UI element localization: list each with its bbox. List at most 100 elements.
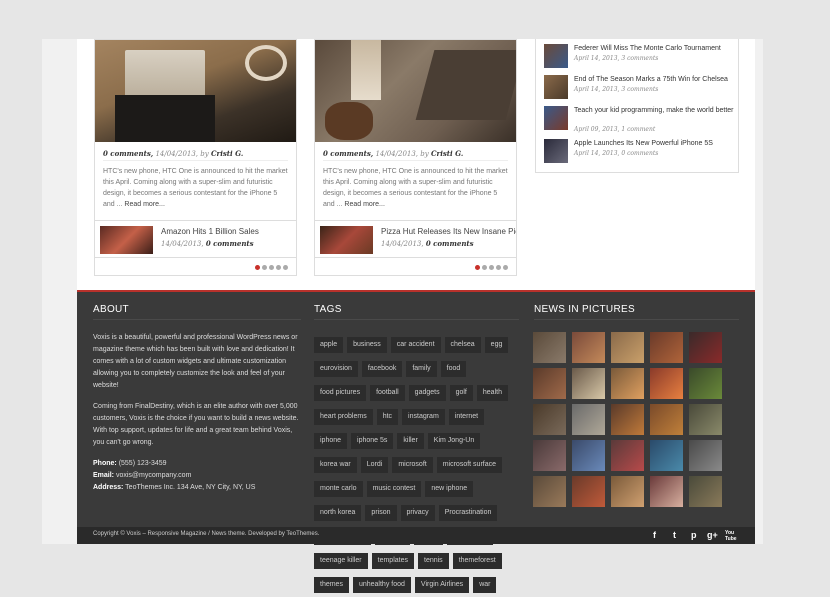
tag-link[interactable]: templates: [371, 553, 414, 569]
news-picture-thumb[interactable]: [689, 404, 722, 435]
tag-link[interactable]: facebook: [361, 361, 403, 377]
recent-post-thumb[interactable]: [544, 44, 568, 68]
tag-link[interactable]: themeforest: [452, 553, 502, 569]
news-picture-thumb[interactable]: [611, 368, 644, 399]
news-picture-thumb[interactable]: [572, 440, 605, 471]
news-picture-thumb[interactable]: [650, 368, 683, 399]
news-picture-thumb[interactable]: [650, 404, 683, 435]
tag-link[interactable]: Lordi: [360, 457, 389, 473]
related-post[interactable]: Pizza Hut Releases Its New Insane Pie 14…: [315, 220, 516, 258]
tag-link[interactable]: food pictures: [314, 385, 367, 401]
slider-dot[interactable]: [269, 265, 274, 270]
recent-post-comments[interactable]: 1 comment: [621, 126, 655, 133]
slider-dot[interactable]: [262, 265, 267, 270]
slider-dot[interactable]: [283, 265, 288, 270]
tag-link[interactable]: egg: [484, 337, 509, 353]
tag-link[interactable]: microsoft surface: [436, 457, 503, 473]
news-picture-thumb[interactable]: [611, 440, 644, 471]
author-link[interactable]: Cristi G.: [211, 149, 243, 158]
recent-post-comments[interactable]: 3 comments: [621, 86, 658, 93]
related-title[interactable]: Pizza Hut Releases Its New Insane Pie: [381, 227, 516, 236]
tag-link[interactable]: business: [347, 337, 387, 353]
slider-dot[interactable]: [489, 265, 494, 270]
tag-link[interactable]: golf: [449, 385, 473, 401]
facebook-icon[interactable]: f: [653, 530, 656, 540]
youtube-icon[interactable]: You Tube: [725, 530, 739, 542]
tag-link[interactable]: korea war: [314, 457, 357, 473]
related-thumb[interactable]: [100, 226, 153, 254]
related-comments[interactable]: 0 comments: [206, 239, 254, 248]
tag-link[interactable]: iphone: [314, 433, 348, 449]
post-image[interactable]: [95, 40, 296, 142]
tag-link[interactable]: iphone 5s: [351, 433, 394, 449]
related-post[interactable]: Amazon Hits 1 Billion Sales 14/04/2013, …: [95, 220, 296, 258]
news-picture-thumb[interactable]: [650, 440, 683, 471]
recent-post-thumb[interactable]: [544, 139, 568, 163]
tag-link[interactable]: car accident: [390, 337, 441, 353]
tag-link[interactable]: killer: [397, 433, 424, 449]
tag-link[interactable]: prison: [365, 505, 397, 521]
recent-post-title[interactable]: Apple Launches Its New Powerful iPhone 5…: [574, 139, 734, 148]
related-thumb[interactable]: [320, 226, 373, 254]
slider-dot[interactable]: [496, 265, 501, 270]
tag-link[interactable]: music contest: [366, 481, 422, 497]
tag-link[interactable]: food: [440, 361, 467, 377]
post-image[interactable]: [315, 40, 516, 142]
tag-link[interactable]: health: [476, 385, 508, 401]
news-picture-thumb[interactable]: [650, 332, 683, 363]
news-picture-thumb[interactable]: [533, 404, 566, 435]
news-picture-thumb[interactable]: [572, 404, 605, 435]
news-picture-thumb[interactable]: [611, 404, 644, 435]
tag-link[interactable]: themes: [314, 577, 349, 593]
tag-link[interactable]: Kim Jong-Un: [427, 433, 481, 449]
read-more-link[interactable]: Read more...: [124, 201, 164, 208]
comments-link[interactable]: 0 comments,: [103, 149, 153, 158]
read-more-link[interactable]: Read more...: [344, 201, 384, 208]
tag-link[interactable]: chelsea: [444, 337, 481, 353]
news-picture-thumb[interactable]: [689, 440, 722, 471]
related-title[interactable]: Amazon Hits 1 Billion Sales: [161, 227, 259, 236]
tag-link[interactable]: monte carlo: [314, 481, 363, 497]
slider-dot[interactable]: [475, 265, 480, 270]
recent-post-comments[interactable]: 3 comments: [621, 55, 658, 62]
related-comments[interactable]: 0 comments: [426, 239, 474, 248]
tag-link[interactable]: microsoft: [392, 457, 433, 473]
tag-link[interactable]: tennis: [418, 553, 449, 569]
recent-post-title[interactable]: Teach your kid programming, make the wor…: [574, 106, 734, 115]
recent-post-title[interactable]: End of The Season Marks a 75th Win for C…: [574, 75, 734, 84]
news-picture-thumb[interactable]: [533, 368, 566, 399]
tag-link[interactable]: Virgin Airlines: [414, 577, 470, 593]
news-picture-thumb[interactable]: [572, 368, 605, 399]
tag-link[interactable]: eurovision: [314, 361, 358, 377]
twitter-icon[interactable]: t: [673, 530, 676, 540]
slider-dot[interactable]: [503, 265, 508, 270]
tag-link[interactable]: privacy: [400, 505, 435, 521]
news-picture-thumb[interactable]: [611, 476, 644, 507]
tag-link[interactable]: family: [406, 361, 437, 377]
pinterest-icon[interactable]: p: [691, 530, 697, 540]
news-picture-thumb[interactable]: [533, 332, 566, 363]
news-picture-thumb[interactable]: [689, 368, 722, 399]
recent-post-thumb[interactable]: [544, 106, 568, 130]
recent-post-thumb[interactable]: [544, 75, 568, 99]
tag-link[interactable]: new iphone: [425, 481, 474, 497]
tag-link[interactable]: war: [473, 577, 497, 593]
tag-link[interactable]: htc: [376, 409, 399, 425]
comments-link[interactable]: 0 comments,: [323, 149, 373, 158]
news-picture-thumb[interactable]: [689, 332, 722, 363]
slider-dot[interactable]: [255, 265, 260, 270]
tag-link[interactable]: football: [370, 385, 405, 401]
tag-link[interactable]: Procrastination: [438, 505, 498, 521]
tag-link[interactable]: teenage killer: [314, 553, 368, 569]
tag-link[interactable]: unhealthy food: [352, 577, 411, 593]
news-picture-thumb[interactable]: [533, 440, 566, 471]
news-picture-thumb[interactable]: [650, 476, 683, 507]
news-picture-thumb[interactable]: [572, 476, 605, 507]
recent-post-title[interactable]: Federer Will Miss The Monte Carlo Tourna…: [574, 44, 734, 53]
slider-dot[interactable]: [276, 265, 281, 270]
tag-link[interactable]: heart problems: [314, 409, 373, 425]
tag-link[interactable]: instagram: [402, 409, 445, 425]
email-value[interactable]: voxis@mycompany.com: [116, 472, 191, 479]
news-picture-thumb[interactable]: [572, 332, 605, 363]
tag-link[interactable]: north korea: [314, 505, 362, 521]
